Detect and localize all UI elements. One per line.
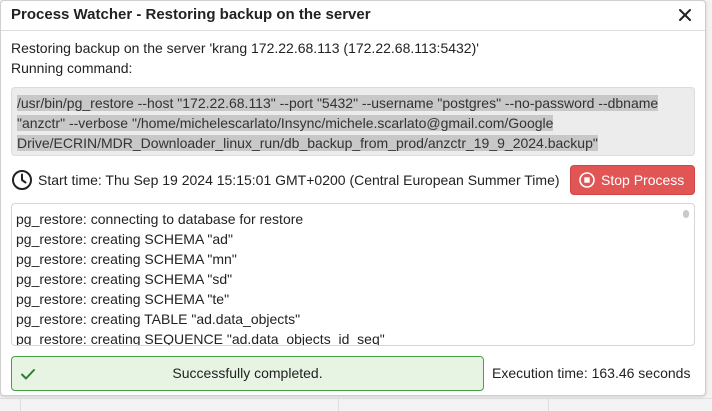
- log-line: pg_restore: creating TABLE "ad.data_obje…: [16, 311, 301, 327]
- background-divider: [20, 399, 21, 411]
- status-banner: Successfully completed.: [11, 356, 484, 391]
- background-panel: [0, 398, 712, 411]
- dialog-title: Process Watcher - Restoring backup on th…: [11, 6, 371, 23]
- command-box: /usr/bin/pg_restore --host "172.22.68.11…: [11, 87, 695, 156]
- process-watcher-dialog: Process Watcher - Restoring backup on th…: [0, 0, 706, 396]
- log-scrollbar[interactable]: [680, 206, 692, 343]
- running-command-label: Running command:: [11, 60, 133, 76]
- log-line: pg_restore: creating SCHEMA "ad": [16, 231, 233, 247]
- dialog-titlebar: Process Watcher - Restoring backup on th…: [1, 1, 705, 31]
- log-line: pg_restore: creating SCHEMA "te": [16, 291, 230, 307]
- log-line: pg_restore: creating SEQUENCE "ad.data_o…: [16, 331, 385, 346]
- command-text: /usr/bin/pg_restore --host "172.22.68.11…: [17, 95, 659, 151]
- process-log[interactable]: pg_restore: connecting to database for r…: [11, 203, 695, 346]
- stop-process-button[interactable]: Stop Process: [570, 165, 695, 195]
- start-time-row: Start time: Thu Sep 19 2024 15:15:01 GMT…: [11, 167, 560, 193]
- log-line: pg_restore: creating SCHEMA "sd": [16, 271, 233, 287]
- clock-icon: [12, 170, 32, 190]
- close-button[interactable]: [675, 5, 695, 25]
- log-line: pg_restore: creating SCHEMA "mn": [16, 251, 237, 267]
- stop-circle-icon: [579, 172, 595, 188]
- log-line: pg_restore: connecting to database for r…: [16, 211, 304, 227]
- scrollbar-thumb[interactable]: [683, 210, 689, 218]
- close-icon[interactable]: [675, 5, 695, 25]
- execution-time: Execution time: 163.46 seconds: [492, 365, 691, 381]
- status-text: Successfully completed.: [172, 365, 323, 381]
- background-divider: [548, 399, 549, 411]
- start-time-text: Start time: Thu Sep 19 2024 15:15:01 GMT…: [38, 172, 560, 188]
- process-message: Restoring backup on the server 'krang 17…: [11, 40, 479, 56]
- background-divider: [338, 399, 339, 411]
- stop-process-label: Stop Process: [601, 172, 685, 188]
- log-list: pg_restore: connecting to database for r…: [16, 209, 676, 346]
